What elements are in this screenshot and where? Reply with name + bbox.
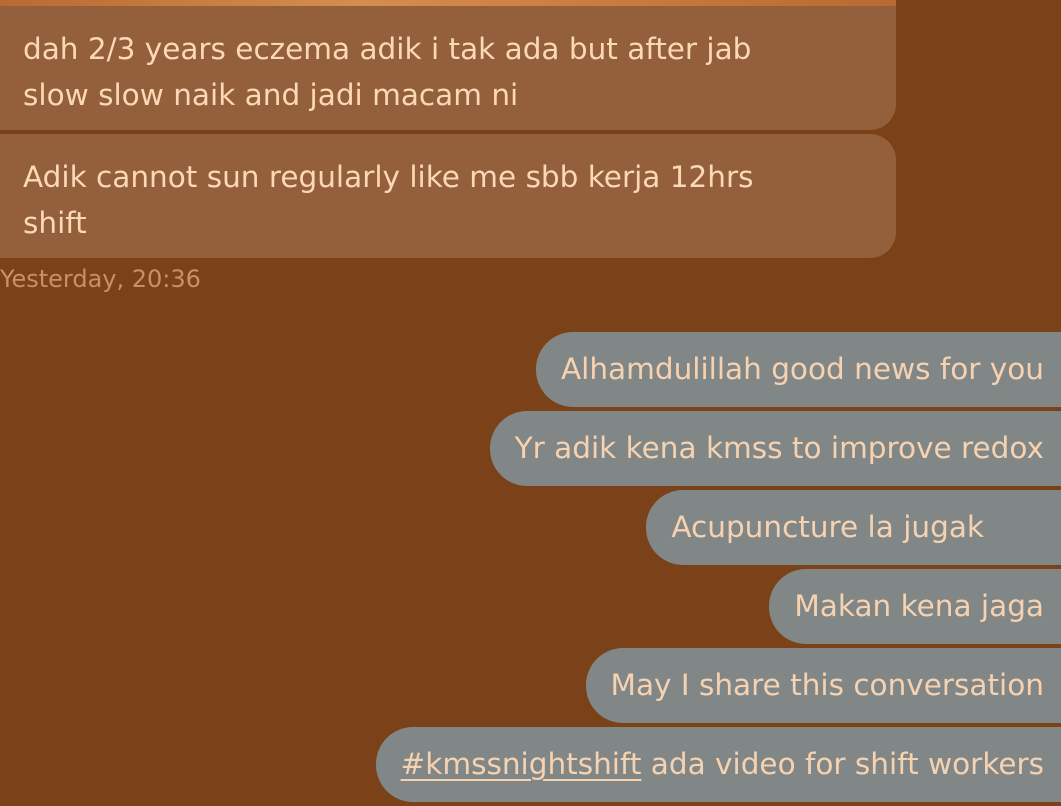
outgoing-message[interactable]: Acupuncture la jugak [646, 490, 1061, 565]
message-text: Alhamdulillah good news for you [560, 352, 1044, 386]
outgoing-message[interactable]: Yr adik kena kmss to improve redox [489, 411, 1061, 486]
message-text-line: shift [23, 206, 87, 240]
outgoing-message[interactable]: May I share this conversation [585, 648, 1061, 723]
incoming-message[interactable]: Adik cannot sun regularly like me sbb ke… [0, 134, 896, 258]
message-text-line: dah 2/3 years eczema adik i tak ada but … [23, 32, 752, 66]
hashtag-link[interactable]: #kmssnightshift [401, 747, 642, 781]
message-text: ada video for shift workers [641, 747, 1044, 781]
message-text: Makan kena jaga [794, 589, 1044, 623]
message-text-line: Adik cannot sun regularly like me sbb ke… [23, 160, 754, 194]
message-text: Acupuncture la jugak [671, 510, 984, 544]
message-timestamp: Yesterday, 20:36 [0, 265, 201, 293]
outgoing-message[interactable]: Makan kena jaga [769, 569, 1061, 644]
outgoing-message[interactable]: Alhamdulillah good news for you [535, 332, 1061, 407]
message-text: May I share this conversation [610, 668, 1044, 702]
message-text: Yr adik kena kmss to improve redox [514, 431, 1044, 465]
message-text-line: slow slow naik and jadi macam ni [23, 78, 519, 112]
incoming-message[interactable]: dah 2/3 years eczema adik i tak ada but … [0, 6, 896, 130]
outgoing-message[interactable]: #kmssnightshift ada video for shift work… [375, 727, 1061, 802]
